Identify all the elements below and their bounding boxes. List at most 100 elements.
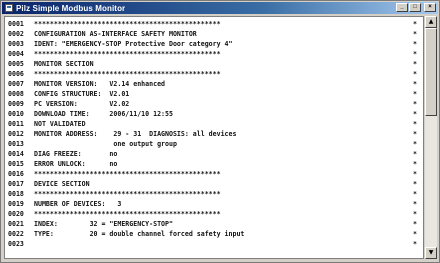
line-text: PC VERSION: V2.02: [34, 100, 130, 108]
log-line: 0019 NUMBER OF DEVICES: 3: [8, 199, 244, 209]
line-end-marker: *: [413, 180, 417, 188]
log-line: 0009 PC VERSION: V2.02: [8, 99, 244, 109]
line-text: INDEX: 32 = "EMERGENCY-STOP": [34, 220, 173, 228]
arrow-down-icon: ▼: [428, 249, 434, 256]
line-end-marker: *: [413, 130, 417, 138]
line-text: ****************************************…: [34, 210, 221, 218]
log-line: 0018 ************************************…: [8, 189, 244, 199]
line-number: 0020: [8, 210, 24, 218]
title-bar[interactable]: Pilz Simple Modbus Monitor _ □ ×: [2, 2, 438, 14]
line-text: IDENT: "EMERGENCY-STOP Protective Door c…: [34, 40, 233, 48]
line-number: 0002: [8, 30, 24, 38]
line-number: 0003: [8, 40, 24, 48]
minimize-button[interactable]: _: [396, 3, 408, 12]
line-text: ****************************************…: [34, 70, 221, 78]
log-line: 0012 MONITOR ADDRESS: 29 - 31 DIAGNOSIS: …: [8, 129, 244, 139]
log-line: 0006 ************************************…: [8, 69, 244, 79]
line-end-marker: *: [413, 90, 417, 98]
line-end-marker: *: [413, 110, 417, 118]
line-text: ERROR UNLOCK: no: [34, 160, 118, 168]
line-number: 0013: [8, 140, 24, 148]
line-text: one output group: [34, 140, 177, 148]
line-text: MONITOR ADDRESS: 29 - 31 DIAGNOSIS: all …: [34, 130, 237, 138]
line-number: 0016: [8, 170, 24, 178]
line-number: 0023: [8, 240, 24, 248]
close-icon: ×: [428, 4, 432, 10]
arrow-up-icon: ▲: [428, 18, 434, 25]
log-line: 0016 ************************************…: [8, 169, 244, 179]
log-lines: 0001 ************************************…: [8, 19, 244, 249]
log-line: 0014 DIAG FREEZE: no: [8, 149, 244, 159]
line-text: DOWNLOAD TIME: 2006/11/10 12:55: [34, 110, 173, 118]
line-text: CONFIGURATION AS-INTERFACE SAFETY MONITO…: [34, 30, 197, 38]
line-number: 0017: [8, 180, 24, 188]
scroll-up-button[interactable]: ▲: [425, 16, 437, 28]
maximize-button[interactable]: □: [409, 3, 421, 12]
log-line: 0020 ************************************…: [8, 209, 244, 219]
line-number: 0010: [8, 110, 24, 118]
line-number: 0011: [8, 120, 24, 128]
line-end-marker: *: [413, 210, 417, 218]
line-end-marker: *: [413, 230, 417, 238]
line-number: 0009: [8, 100, 24, 108]
log-line: 0007 MONITOR VERSION: V2.14 enhanced: [8, 79, 244, 89]
log-line: 0022 TYPE: 20 = double channel forced saf…: [8, 229, 244, 239]
line-text: NUMBER OF DEVICES: 3: [34, 200, 122, 208]
log-line: 0008 CONFIG STRUCTURE: V2.01: [8, 89, 244, 99]
line-number: 0021: [8, 220, 24, 228]
scroll-thumb[interactable]: [425, 28, 437, 116]
line-text: ****************************************…: [34, 20, 221, 28]
line-text: ****************************************…: [34, 190, 221, 198]
line-number: 0019: [8, 200, 24, 208]
line-number: 0005: [8, 60, 24, 68]
line-number: 0022: [8, 230, 24, 238]
log-line: 0017 DEVICE SECTION: [8, 179, 244, 189]
close-button[interactable]: ×: [424, 3, 436, 12]
line-number: 0004: [8, 50, 24, 58]
line-end-marker: *: [413, 220, 417, 228]
line-end-marker: *: [413, 70, 417, 78]
line-text: TYPE: 20 = double channel forced safety …: [34, 230, 245, 238]
minimize-icon: _: [400, 4, 404, 10]
log-line: 0011 NOT VALIDATED: [8, 119, 244, 129]
line-end-marker: *: [413, 150, 417, 158]
line-number: 0001: [8, 20, 24, 28]
log-line: 0010 DOWNLOAD TIME: 2006/11/10 12:55: [8, 109, 244, 119]
line-end-marker: *: [413, 190, 417, 198]
window-title: Pilz Simple Modbus Monitor: [16, 3, 126, 13]
line-text: MONITOR SECTION: [34, 60, 94, 68]
line-end-marker: *: [413, 20, 417, 28]
line-number: 0012: [8, 130, 24, 138]
line-end-marker: *: [413, 160, 417, 168]
log-line: 0023: [8, 239, 244, 249]
line-end-marker: *: [413, 140, 417, 148]
maximize-icon: □: [413, 4, 417, 10]
line-end-marker: *: [413, 100, 417, 108]
line-end-marker: *: [413, 170, 417, 178]
log-line: 0021 INDEX: 32 = "EMERGENCY-STOP": [8, 219, 244, 229]
line-end-marker: *: [413, 30, 417, 38]
log-line: 0002 CONFIGURATION AS-INTERFACE SAFETY MO…: [8, 29, 244, 39]
line-end-marker: *: [413, 50, 417, 58]
window-controls: _ □ ×: [396, 3, 436, 12]
line-text: ****************************************…: [34, 50, 221, 58]
line-text: DIAG FREEZE: no: [34, 150, 118, 158]
log-right-markers: * * * * * * * * * * * * * * * * * * * * * * *: [413, 19, 423, 249]
line-end-marker: *: [413, 200, 417, 208]
monitor-window: Pilz Simple Modbus Monitor _ □ × 0001 ***…: [0, 0, 440, 263]
line-number: 0015: [8, 160, 24, 168]
line-number: 0014: [8, 150, 24, 158]
log-line: 0001 ************************************…: [8, 19, 244, 29]
log-line: 0015 ERROR UNLOCK: no: [8, 159, 244, 169]
line-end-marker: *: [413, 40, 417, 48]
log-line: 0003 IDENT: "EMERGENCY-STOP Protective Do…: [8, 39, 244, 49]
line-text: ****************************************…: [34, 170, 221, 178]
scroll-down-button[interactable]: ▼: [425, 247, 437, 259]
vertical-scrollbar[interactable]: ▲ ▼: [425, 16, 437, 259]
app-icon[interactable]: [5, 4, 13, 12]
line-text: NOT VALIDATED: [34, 120, 86, 128]
log-line: 0004 ************************************…: [8, 49, 244, 59]
log-line: 0005 MONITOR SECTION: [8, 59, 244, 69]
line-end-marker: *: [413, 60, 417, 68]
log-text-area[interactable]: 0001 ************************************…: [4, 16, 424, 259]
